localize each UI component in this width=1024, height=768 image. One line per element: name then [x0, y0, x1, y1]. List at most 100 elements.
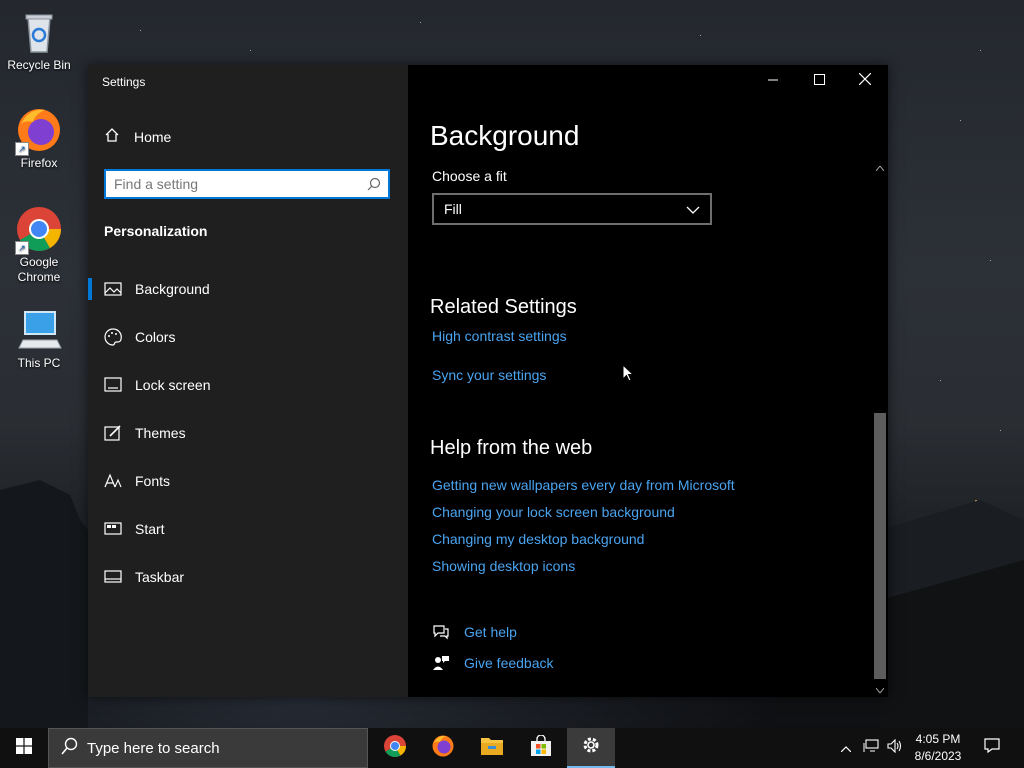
- mouse-cursor-icon: [622, 363, 635, 387]
- dropdown-value: Fill: [444, 201, 462, 217]
- taskbar-app-firefox[interactable]: [419, 728, 467, 768]
- feedback-icon: [432, 654, 450, 672]
- sidebar-item-label: Fonts: [135, 473, 171, 489]
- recycle-bin-icon: [15, 8, 63, 56]
- brush-icon: [104, 424, 122, 442]
- minimize-button[interactable]: [750, 65, 796, 97]
- home-nav-item[interactable]: Home: [104, 127, 171, 146]
- sidebar-item-label: Background: [135, 281, 210, 297]
- desktop-icon-this-pc[interactable]: This PC: [4, 306, 74, 371]
- help-link-lock-screen[interactable]: Changing your lock screen background: [432, 504, 675, 520]
- content-scrollbar[interactable]: [872, 161, 888, 697]
- maximize-button[interactable]: [796, 65, 842, 97]
- sidebar-item-label: Start: [135, 521, 165, 537]
- close-icon: [858, 72, 872, 90]
- sidebar-item-label: Colors: [135, 329, 176, 345]
- network-button[interactable]: [860, 728, 882, 768]
- maximize-icon: [813, 72, 825, 90]
- scroll-up-arrow-icon[interactable]: [872, 161, 888, 175]
- scrollbar-thumb[interactable]: [874, 413, 886, 679]
- shortcut-arrow-icon: ↗: [15, 241, 29, 255]
- font-icon: [104, 472, 122, 490]
- clock-time: 4:05 PM: [915, 732, 961, 746]
- desktop-icon-firefox[interactable]: ↗ Firefox: [4, 106, 74, 171]
- settings-sidebar: Settings Home Personalization Background: [88, 65, 408, 697]
- help-link-desktop-background[interactable]: Changing my desktop background: [432, 531, 644, 547]
- settings-search-box[interactable]: [104, 169, 390, 199]
- desktop-icon-label: Firefox: [20, 156, 58, 170]
- sidebar-item-themes[interactable]: Themes: [88, 409, 408, 457]
- sidebar-item-background[interactable]: Background: [88, 265, 408, 313]
- sidebar-item-label: Taskbar: [135, 569, 185, 585]
- action-center-button[interactable]: [978, 728, 1006, 768]
- firefox-icon: ↗: [15, 106, 63, 156]
- network-icon: [863, 738, 879, 758]
- home-label: Home: [134, 128, 172, 145]
- chevron-down-icon: [686, 201, 700, 217]
- sidebar-item-label: Lock screen: [135, 377, 211, 393]
- shortcut-arrow-icon: ↗: [15, 142, 29, 156]
- speaker-icon: [887, 738, 903, 758]
- give-feedback-link[interactable]: Give feedback: [432, 654, 554, 672]
- notification-icon: [984, 738, 1000, 758]
- settings-window: Settings Home Personalization Background: [88, 65, 888, 697]
- get-help-label: Get help: [464, 624, 517, 640]
- taskbar-app-store[interactable]: [517, 728, 565, 768]
- choose-fit-label: Choose a fit: [432, 168, 507, 184]
- settings-search-input[interactable]: [106, 171, 364, 197]
- chrome-icon: [383, 734, 407, 763]
- minimize-icon: [768, 72, 778, 90]
- close-button[interactable]: [842, 65, 888, 97]
- picture-icon: [104, 280, 122, 298]
- sync-settings-link[interactable]: Sync your settings: [432, 367, 546, 383]
- computer-icon: [15, 306, 63, 354]
- desktop-icon-label: Recycle Bin: [7, 58, 71, 72]
- scroll-down-arrow-icon[interactable]: [872, 683, 888, 697]
- chat-help-icon: [432, 623, 450, 641]
- firefox-icon: [431, 734, 455, 763]
- related-settings-heading: Related Settings: [430, 296, 577, 318]
- sidebar-nav: Background Colors Lock screen Themes Fon…: [88, 265, 408, 601]
- sidebar-item-colors[interactable]: Colors: [88, 313, 408, 361]
- chrome-icon: ↗: [15, 205, 63, 255]
- home-icon: [104, 127, 134, 146]
- start-button[interactable]: [0, 728, 48, 768]
- help-link-desktop-icons[interactable]: Showing desktop icons: [432, 558, 575, 574]
- sidebar-item-lock-screen[interactable]: Lock screen: [88, 361, 408, 409]
- show-hidden-icons-button[interactable]: [838, 728, 854, 768]
- volume-button[interactable]: [884, 728, 906, 768]
- get-help-link[interactable]: Get help: [432, 623, 517, 641]
- palette-icon: [104, 328, 122, 346]
- settings-icon: [581, 735, 601, 760]
- file-explorer-icon: [480, 735, 504, 762]
- sidebar-item-label: Themes: [135, 425, 186, 441]
- search-icon: [49, 737, 87, 759]
- high-contrast-link[interactable]: High contrast settings: [432, 328, 567, 344]
- lock-screen-icon: [104, 376, 122, 394]
- sidebar-item-start[interactable]: Start: [88, 505, 408, 553]
- store-icon: [530, 733, 552, 762]
- taskbar-app-chrome[interactable]: [371, 728, 419, 768]
- taskbar: Type here to search 4:05 PM 8/6/2023: [0, 728, 1024, 768]
- section-title: Personalization: [104, 223, 208, 239]
- settings-content: Background Choose a fit Fill Related Set…: [408, 65, 888, 697]
- start-icon: [104, 520, 122, 538]
- clock-date: 8/6/2023: [914, 749, 962, 763]
- search-icon[interactable]: [364, 174, 384, 194]
- choose-fit-dropdown[interactable]: Fill: [432, 193, 712, 225]
- sidebar-item-taskbar[interactable]: Taskbar: [88, 553, 408, 601]
- desktop-icon-google-chrome[interactable]: ↗ Google Chrome: [4, 205, 74, 285]
- taskbar-icon: [104, 568, 122, 586]
- windows-logo-icon: [16, 737, 32, 759]
- taskbar-clock[interactable]: 4:05 PM 8/6/2023: [906, 731, 970, 765]
- desktop-icon-recycle-bin[interactable]: Recycle Bin: [4, 8, 74, 73]
- taskbar-search-placeholder: Type here to search: [87, 739, 220, 757]
- page-title: Background: [430, 120, 580, 151]
- help-link-wallpapers[interactable]: Getting new wallpapers every day from Mi…: [432, 477, 735, 493]
- taskbar-app-file-explorer[interactable]: [468, 728, 516, 768]
- sidebar-item-fonts[interactable]: Fonts: [88, 457, 408, 505]
- help-heading: Help from the web: [430, 437, 593, 459]
- taskbar-app-settings[interactable]: [567, 728, 615, 768]
- give-feedback-label: Give feedback: [464, 655, 554, 671]
- taskbar-search-box[interactable]: Type here to search: [48, 728, 368, 768]
